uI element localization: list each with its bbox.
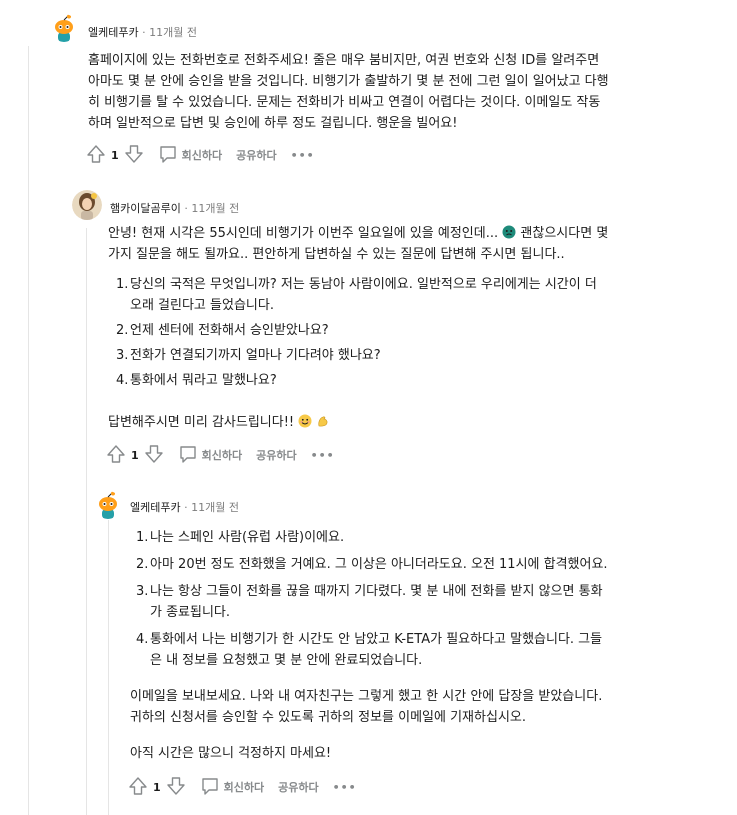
reddit-snoo-avatar[interactable] [50,14,78,42]
list-item: 4. 통화에서 뭐라고 말했나요? [116,373,277,388]
more-icon: ••• [290,148,315,162]
arrow-down-icon[interactable] [144,444,164,467]
more-icon: ••• [332,780,357,794]
list-item: 3. 나는 항상 그들이 전화를 끊을 때까지 기다렸다. 몇 분 내에 전화를… [136,584,603,620]
meta-separator: · [184,202,188,215]
list-item: 4. 통화에서 나는 비행기가 한 시간도 안 남았고 K-ETA가 필요하다고… [136,632,603,668]
list-item: 1. 당신의 국적은 무엇입니까? 저는 동남아 사람이에요. 일반적으로 우리… [116,277,597,313]
share-label: 공유하다 [236,149,277,162]
body-line: 이메일을 보내보세요. 나와 내 여자친구는 그렇게 했고 한 시간 안에 답장… [130,689,603,704]
thread-line-nested[interactable] [108,520,109,815]
comment-meta: 엘케테푸카 · 11개월 전 [88,24,197,40]
more-options-button[interactable]: ••• [291,149,315,162]
meta-separator: · [142,26,146,39]
thread-line-root[interactable] [28,46,29,815]
arrow-up-icon[interactable] [128,776,148,799]
list-item: 3. 전화가 연결되기까지 얼마나 기다려야 했나요? [116,348,381,363]
vote-group: 1 [128,776,186,799]
user-photo-avatar[interactable] [72,190,102,220]
share-button[interactable]: 공유하다 [278,779,318,795]
body-line: 아직 시간은 많으니 걱정하지 마세요! [130,746,332,761]
timestamp[interactable]: 11개월 전 [149,26,197,39]
body-line: 아마도 몇 분 안에 승인을 받을 것입니다. 비행기가 출발하기 몇 분 전에… [88,74,609,89]
arrow-down-icon[interactable] [166,776,186,799]
comment-actions: 1 회신하다 공유하다 ••• [106,443,335,467]
comment-actions: 1 회신하다 공유하다 ••• [86,143,315,167]
thread-line-reply[interactable] [86,228,87,815]
comment-body: 안녕! 현재 시각은 55시인데 비행기가 이번주 일요일에 있을 예정인데..… [108,223,708,265]
crying-face-emoji [502,225,516,239]
vote-count: 1 [131,448,139,462]
more-options-button[interactable]: ••• [333,781,357,794]
comment-actions: 1 회신하다 공유하다 ••• [128,775,357,799]
reply-button[interactable]: 회신하다 [200,776,264,799]
share-button[interactable]: 공유하다 [236,147,276,163]
body-line: 하며 일반적으로 답변 및 승인에 하루 정도 걸립니다. 행운을 빌어요! [88,116,458,131]
smiling-face-emoji [298,414,312,428]
speech-bubble-icon [200,776,220,799]
vote-group: 1 [86,144,144,167]
comment-body: 홈페이지에 있는 전화번호로 전화주세요! 줄은 매우 붐비지만, 여권 번호와… [88,50,698,134]
share-label: 공유하다 [278,781,319,794]
author-name[interactable]: 엘케테푸카 [130,501,181,514]
reply-button[interactable]: 회신하다 [178,444,242,467]
vote-count: 1 [111,148,119,162]
timestamp[interactable]: 11개월 전 [191,501,239,514]
reddit-snoo-avatar[interactable] [94,491,122,519]
author-name[interactable]: 엘케테푸카 [88,26,139,39]
comment-meta: 엘케테푸카 · 11개월 전 [130,499,239,515]
comment-paragraph: 이메일을 보내보세요. 나와 내 여자친구는 그렇게 했고 한 시간 안에 답장… [130,686,700,728]
answer-list: 1. 나는 스페인 사람(유럽 사람)이에요. 2. 아마 20번 정도 전화했을 … [136,527,696,671]
more-options-button[interactable]: ••• [311,449,335,462]
list-item: 2. 아마 20번 정도 전화했을 거예요. 그 이상은 아니더라도요. 오전 1… [136,557,608,572]
question-list: 1. 당신의 국적은 무엇입니까? 저는 동남아 사람이에요. 일반적으로 우리… [116,274,706,391]
share-button[interactable]: 공유하다 [256,447,296,463]
body-line: 귀하의 신청서를 승인할 수 있도록 귀하의 정보를 이메일에 기재하십시오. [130,710,526,725]
body-line: 안녕! 현재 시각은 55시인데 비행기가 이번주 일요일에 있을 예정인데..… [108,225,609,241]
more-icon: ••• [310,448,335,462]
body-line: 가지 질문을 해도 될까요.. 편안하게 답변하실 수 있는 질문에 답변해 주… [108,247,565,262]
arrow-down-icon[interactable] [124,144,144,167]
reply-label: 회신하다 [223,781,265,794]
share-label: 공유하다 [256,449,297,462]
arrow-up-icon[interactable] [106,444,126,467]
reply-label: 회신하다 [201,449,243,462]
comment-paragraph: 아직 시간은 많으니 걱정하지 마세요! [130,743,331,764]
timestamp[interactable]: 11개월 전 [191,202,239,215]
comment-meta: 햄카이달곰루이 · 11개월 전 [110,200,239,216]
vote-count: 1 [153,780,161,794]
arrow-up-icon[interactable] [86,144,106,167]
vote-group: 1 [106,444,164,467]
reply-button[interactable]: 회신하다 [158,144,222,167]
list-item: 1. 나는 스페인 사람(유럽 사람)이에요. [136,530,345,545]
body-line: 홈페이지에 있는 전화번호로 전화주세요! 줄은 매우 붐비지만, 여권 번호와… [88,53,600,68]
author-name[interactable]: 햄카이달곰루이 [110,202,181,215]
body-line: 히 비행기를 탈 수 있었습니다. 문제는 전화비가 비싸고 연결이 어렵다는 … [88,95,601,110]
closing-line: 답변해주시면 미리 감사드립니다!! [108,412,330,433]
list-item: 2. 언제 센터에 전화해서 승인받았나요? [116,323,329,338]
speech-bubble-icon [158,144,178,167]
meta-separator: · [184,501,188,514]
speech-bubble-icon [178,444,198,467]
reply-label: 회신하다 [181,149,223,162]
flexed-biceps-emoji [316,414,330,428]
